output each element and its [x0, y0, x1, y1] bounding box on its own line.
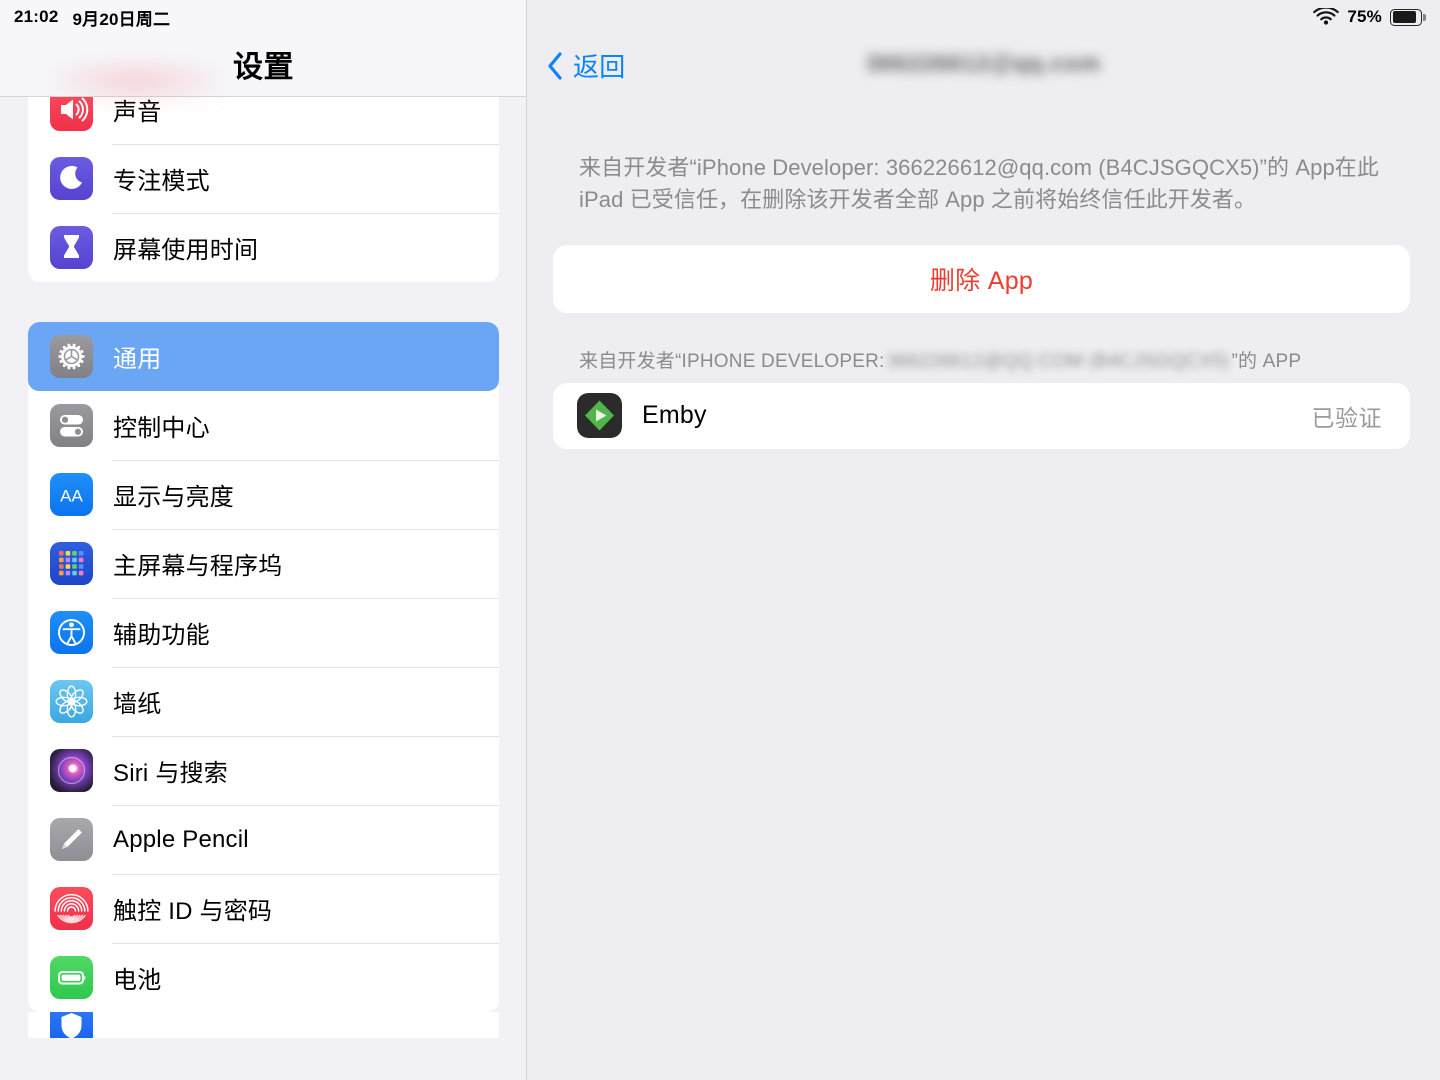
- sidebar-item-墙纸[interactable]: 墙纸: [28, 667, 499, 736]
- status-bar-right: 75%: [1313, 0, 1440, 34]
- sidebar-item-label: 主屏幕与程序坞: [113, 553, 283, 580]
- sidebar-item-专注模式[interactable]: 专注模式: [28, 144, 499, 213]
- app-grid-icon: [50, 542, 93, 585]
- aa-text-icon: AA: [50, 473, 93, 516]
- sidebar-group-group-top: 声音专注模式屏幕使用时间: [28, 97, 499, 282]
- privacy-icon: [50, 1012, 93, 1038]
- main-content: 来自开发者“iPhone Developer: 366226612@qq.com…: [527, 97, 1440, 1080]
- delete-app-label: 删除 App: [929, 266, 1034, 295]
- sidebar-item-通用[interactable]: 通用: [28, 322, 499, 391]
- sidebar-item-label: 触控 ID 与密码: [113, 898, 273, 925]
- sidebar-item-label: Apple Pencil: [113, 825, 249, 853]
- back-button[interactable]: 返回: [547, 47, 626, 84]
- sidebar-item-触控-ID-与密码[interactable]: 触控 ID 与密码: [28, 874, 499, 943]
- section-header-suffix: ”的 APP: [1231, 350, 1302, 372]
- apps-section-header: 来自开发者“IPHONE DEVELOPER: 366226612@QQ.COM…: [579, 346, 1440, 373]
- sidebar-item-label: 墙纸: [113, 691, 162, 718]
- moon-icon: [50, 157, 93, 200]
- sidebar-item-辅助功能[interactable]: 辅助功能: [28, 598, 499, 667]
- hourglass-icon: [50, 226, 93, 269]
- nav-title-redacted: 366226612@qq.com: [865, 49, 1102, 76]
- battery-icon: [50, 956, 93, 999]
- app-verification-status: 已验证: [1311, 404, 1382, 431]
- speaker-icon: [50, 97, 93, 131]
- main-panel: 75% 返回 366226612@qq.com 来自开发者“iPhone Dev…: [527, 0, 1440, 1080]
- sidebar-item-label: 辅助功能: [113, 622, 210, 649]
- sidebar-item-label: 显示与亮度: [113, 484, 234, 511]
- section-header-prefix: 来自开发者“IPHONE DEVELOPER:: [579, 350, 885, 372]
- sidebar-item-控制中心[interactable]: 控制中心: [28, 391, 499, 460]
- sidebar-item-屏幕使用时间[interactable]: 屏幕使用时间: [28, 213, 499, 282]
- sidebar-item-label: 声音: [113, 99, 162, 126]
- sidebar-item-主屏幕与程序坞[interactable]: 主屏幕与程序坞: [28, 529, 499, 598]
- siri-orb-icon: [50, 749, 93, 792]
- sidebar-item-label: 专注模式: [113, 168, 210, 195]
- sidebar-item-电池[interactable]: 电池: [28, 943, 499, 1012]
- battery-percent-label: 75%: [1347, 7, 1382, 26]
- svg-text:AA: AA: [60, 487, 83, 506]
- sidebar-item-label: 屏幕使用时间: [113, 237, 259, 264]
- emby-app-icon: [577, 393, 622, 439]
- sidebar-item-声音[interactable]: 声音: [28, 97, 499, 144]
- navigation-bar: 返回 366226612@qq.com: [527, 34, 1440, 97]
- battery-icon: [1390, 8, 1426, 26]
- sidebar-header: 设置: [0, 0, 526, 97]
- apps-card: Emby 已验证: [553, 382, 1410, 449]
- back-label: 返回: [573, 52, 626, 82]
- sidebar-item-partial[interactable]: [28, 1012, 499, 1038]
- sidebar-item-显示与亮度[interactable]: AA 显示与亮度: [28, 460, 499, 529]
- delete-app-card: 删除 App: [553, 244, 1410, 313]
- app-name: Emby: [642, 401, 707, 430]
- app-list-item[interactable]: Emby 已验证: [553, 383, 1410, 449]
- sidebar-scroll-area[interactable]: 声音专注模式屏幕使用时间 通用控制中心 AA 显示与亮度主屏幕与程序坞 辅助功能墙纸 Si…: [0, 97, 526, 1080]
- flower-icon: [50, 680, 93, 723]
- chevron-left-icon: [548, 51, 562, 80]
- fingerprint-icon: [50, 887, 93, 930]
- trust-description: 来自开发者“iPhone Developer: 366226612@qq.com…: [579, 155, 1379, 212]
- page-title: 设置: [233, 51, 294, 84]
- toggles-icon: [50, 404, 93, 447]
- pencil-icon: [50, 818, 93, 861]
- gear-icon: [50, 335, 93, 378]
- sidebar-item-Apple-Pencil[interactable]: Apple Pencil: [28, 805, 499, 874]
- sidebar-item-Siri-与搜索[interactable]: Siri 与搜索: [28, 736, 499, 805]
- sidebar-item-label: 控制中心: [113, 415, 210, 442]
- ipad-settings-screen: 设置 21:02 9月20日周二 声音 专注模式 屏幕使用时间 通用 控制中心 AA 显示与…: [0, 0, 1440, 1080]
- wifi-icon: [1313, 7, 1340, 25]
- settings-sidebar: 设置 21:02 9月20日周二 声音 专注模式 屏幕使用时间 通用 控制中心 AA 显示与…: [0, 0, 527, 1080]
- sidebar-group-partial: [28, 1012, 499, 1038]
- sidebar-item-label: Siri 与搜索: [113, 760, 228, 787]
- section-header-redacted: 366226612@QQ.COM (B4CJSGQCX5): [886, 350, 1230, 372]
- delete-app-button[interactable]: 删除 App: [553, 245, 1410, 313]
- accessibility-icon: [50, 611, 93, 654]
- sidebar-item-label: 电池: [113, 967, 162, 994]
- sidebar-group-group-second: 通用控制中心 AA 显示与亮度主屏幕与程序坞 辅助功能墙纸 Siri 与搜索 Apple …: [28, 322, 499, 1012]
- sidebar-item-label: 通用: [113, 346, 162, 373]
